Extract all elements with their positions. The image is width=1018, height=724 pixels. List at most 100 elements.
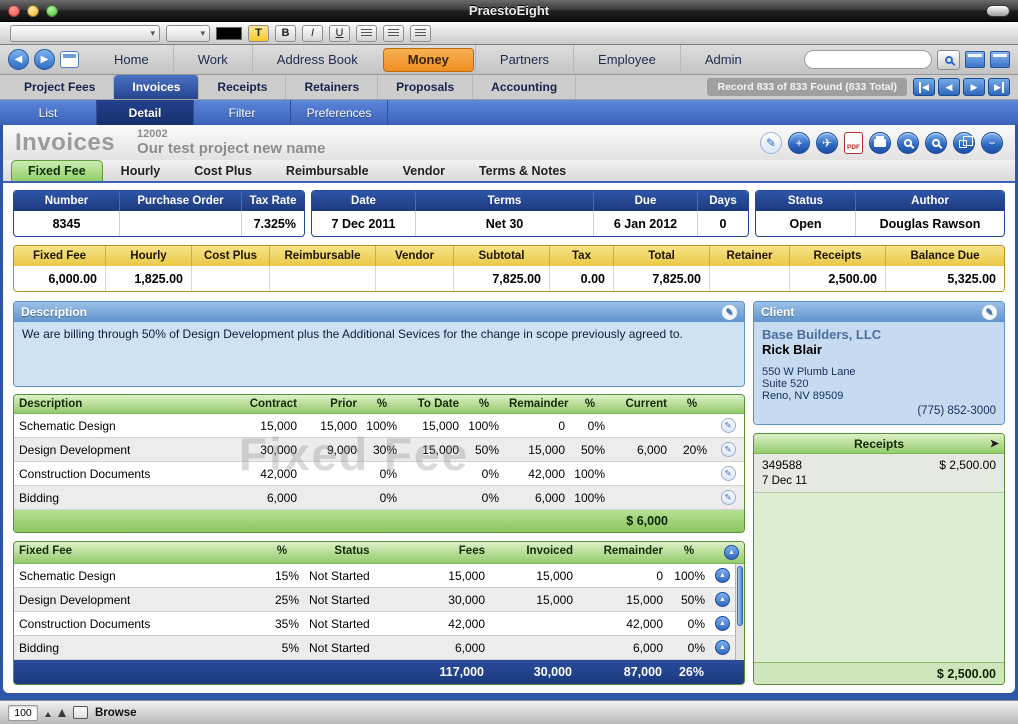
remainder-cell[interactable]: 15,000 <box>578 588 668 611</box>
contract-cell[interactable]: 30,000 <box>240 438 302 461</box>
zoom-out-icon[interactable] <box>45 711 51 717</box>
edit-row-button[interactable]: ✎ <box>720 418 736 433</box>
zoom-level[interactable]: 100 <box>8 704 38 721</box>
retainer-amount[interactable] <box>710 266 790 291</box>
font-size-dropdown[interactable]: ▾ <box>166 24 210 42</box>
font-dropdown[interactable]: ▾ <box>10 24 160 42</box>
current-pct-cell[interactable] <box>672 486 712 509</box>
prior-pct-cell[interactable]: 0% <box>362 486 402 509</box>
prior-cell[interactable]: 15,000 <box>302 414 362 437</box>
reimbursable-amount[interactable] <box>270 266 376 291</box>
find-button[interactable] <box>925 131 947 154</box>
cost-plus-amount[interactable] <box>192 266 270 291</box>
viewtab-detail[interactable]: Detail <box>97 100 194 125</box>
move-up-button[interactable]: ▲ <box>715 592 730 607</box>
viewtab-list[interactable]: List <box>0 100 97 125</box>
to-date-cell[interactable] <box>402 486 464 509</box>
tax-rate-field[interactable]: 7.325% <box>242 211 304 236</box>
prior-cell[interactable] <box>302 462 362 485</box>
search-input[interactable] <box>813 53 923 66</box>
author-field[interactable]: Douglas Rawson <box>856 211 1004 236</box>
invoice-date-field[interactable]: 7 Dec 2011 <box>312 211 416 236</box>
receipt-entry[interactable]: 349588 $ 2,500.00 7 Dec 11 <box>754 454 1004 493</box>
prior-cell[interactable] <box>302 486 362 509</box>
current-pct-cell[interactable]: 20% <box>672 438 712 461</box>
status-cell[interactable]: Not Started <box>304 636 400 659</box>
next-record-button[interactable]: ▶ <box>963 78 985 96</box>
pct-cell[interactable]: 25% <box>260 588 304 611</box>
edit-client-button[interactable]: ✎ <box>982 304 997 320</box>
invoiced-cell[interactable] <box>490 636 578 659</box>
fees-cell[interactable]: 15,000 <box>400 564 490 587</box>
balance-due-amount[interactable]: 5,325.00 <box>886 266 1004 291</box>
current-cell[interactable] <box>610 462 672 485</box>
to-date-cell[interactable] <box>402 462 464 485</box>
viewtab-preferences[interactable]: Preferences <box>291 100 388 125</box>
to-date-cell[interactable]: 15,000 <box>402 438 464 461</box>
remainder-pct-cell[interactable]: 0% <box>570 414 610 437</box>
underline-button[interactable]: U <box>329 24 350 42</box>
subtab-accounting[interactable]: Accounting <box>473 75 577 99</box>
remainder-pct-cell[interactable]: 0% <box>668 636 710 659</box>
fixed-fee-amount[interactable]: 6,000.00 <box>14 266 106 291</box>
bold-button[interactable]: B <box>275 24 296 42</box>
color-swatch[interactable] <box>216 26 242 40</box>
invoiced-cell[interactable]: 15,000 <box>490 588 578 611</box>
nav-tab-partners[interactable]: Partners <box>474 45 573 74</box>
subtab-proposals[interactable]: Proposals <box>378 75 474 99</box>
client-contact[interactable]: Rick Blair <box>762 342 996 357</box>
tab-terms-notes[interactable]: Terms & Notes <box>463 161 582 181</box>
status-cell[interactable]: Not Started <box>304 588 400 611</box>
subtab-project-fees[interactable]: Project Fees <box>6 75 115 99</box>
pct-cell[interactable]: 35% <box>260 612 304 635</box>
quick-layout-icon[interactable] <box>60 51 79 68</box>
subtotal-amount[interactable]: 7,825.00 <box>454 266 550 291</box>
project-name[interactable]: Our test project new name <box>137 140 325 157</box>
remainder-cell[interactable]: 42,000 <box>578 612 668 635</box>
fees-cell[interactable]: 30,000 <box>400 588 490 611</box>
italic-button[interactable]: I <box>302 24 323 42</box>
fees-cell[interactable]: 6,000 <box>400 636 490 659</box>
due-date-field[interactable]: 6 Jan 2012 <box>594 211 698 236</box>
receipt-number[interactable]: 349588 <box>762 458 802 472</box>
contract-cell[interactable]: 6,000 <box>240 486 302 509</box>
hourly-amount[interactable]: 1,825.00 <box>106 266 192 291</box>
pct-cell[interactable]: 15% <box>260 564 304 587</box>
remainder-cell[interactable]: 6,000 <box>504 486 570 509</box>
days-field[interactable]: 0 <box>698 211 748 236</box>
remainder-pct-cell[interactable]: 100% <box>570 462 610 485</box>
pdf-button[interactable]: PDF <box>844 131 863 154</box>
remainder-pct-cell[interactable]: 50% <box>668 588 710 611</box>
phase-name[interactable]: Bidding <box>14 636 260 659</box>
back-button[interactable]: ◀ <box>8 49 29 70</box>
phase-name[interactable]: Design Development <box>14 438 240 461</box>
subtab-invoices[interactable]: Invoices <box>114 75 200 99</box>
toolbar-toggle-button[interactable] <box>986 5 1010 17</box>
print-button[interactable] <box>869 131 891 154</box>
tab-fixed-fee[interactable]: Fixed Fee <box>11 160 103 181</box>
zoom-button[interactable] <box>897 131 919 154</box>
text-color-button[interactable]: T <box>248 24 269 42</box>
remainder-pct-cell[interactable]: 0% <box>668 612 710 635</box>
phase-name[interactable]: Construction Documents <box>14 612 260 635</box>
fees-cell[interactable]: 42,000 <box>400 612 490 635</box>
remainder-cell[interactable]: 42,000 <box>504 462 570 485</box>
align-left-button[interactable] <box>356 24 377 42</box>
to-date-pct-cell[interactable]: 0% <box>464 486 504 509</box>
nav-tab-home[interactable]: Home <box>90 45 173 74</box>
edit-row-button[interactable]: ✎ <box>720 442 736 457</box>
vendor-amount[interactable] <box>376 266 454 291</box>
add-invoice-button[interactable]: + <box>788 131 810 154</box>
purchase-order-field[interactable] <box>120 211 242 236</box>
minimize-button[interactable] <box>27 4 39 17</box>
search-field[interactable] <box>804 50 932 69</box>
forward-button[interactable]: ▶ <box>34 49 55 70</box>
to-date-pct-cell[interactable]: 0% <box>464 462 504 485</box>
invoice-number-field[interactable]: 8345 <box>14 211 120 236</box>
status-cell[interactable]: Not Started <box>304 564 400 587</box>
remainder-pct-cell[interactable]: 100% <box>570 486 610 509</box>
invoiced-cell[interactable]: 15,000 <box>490 564 578 587</box>
move-up-button[interactable]: ▲ <box>715 568 730 583</box>
window-small-icon[interactable] <box>965 51 985 68</box>
invoice-number[interactable]: 12002 <box>137 128 325 141</box>
